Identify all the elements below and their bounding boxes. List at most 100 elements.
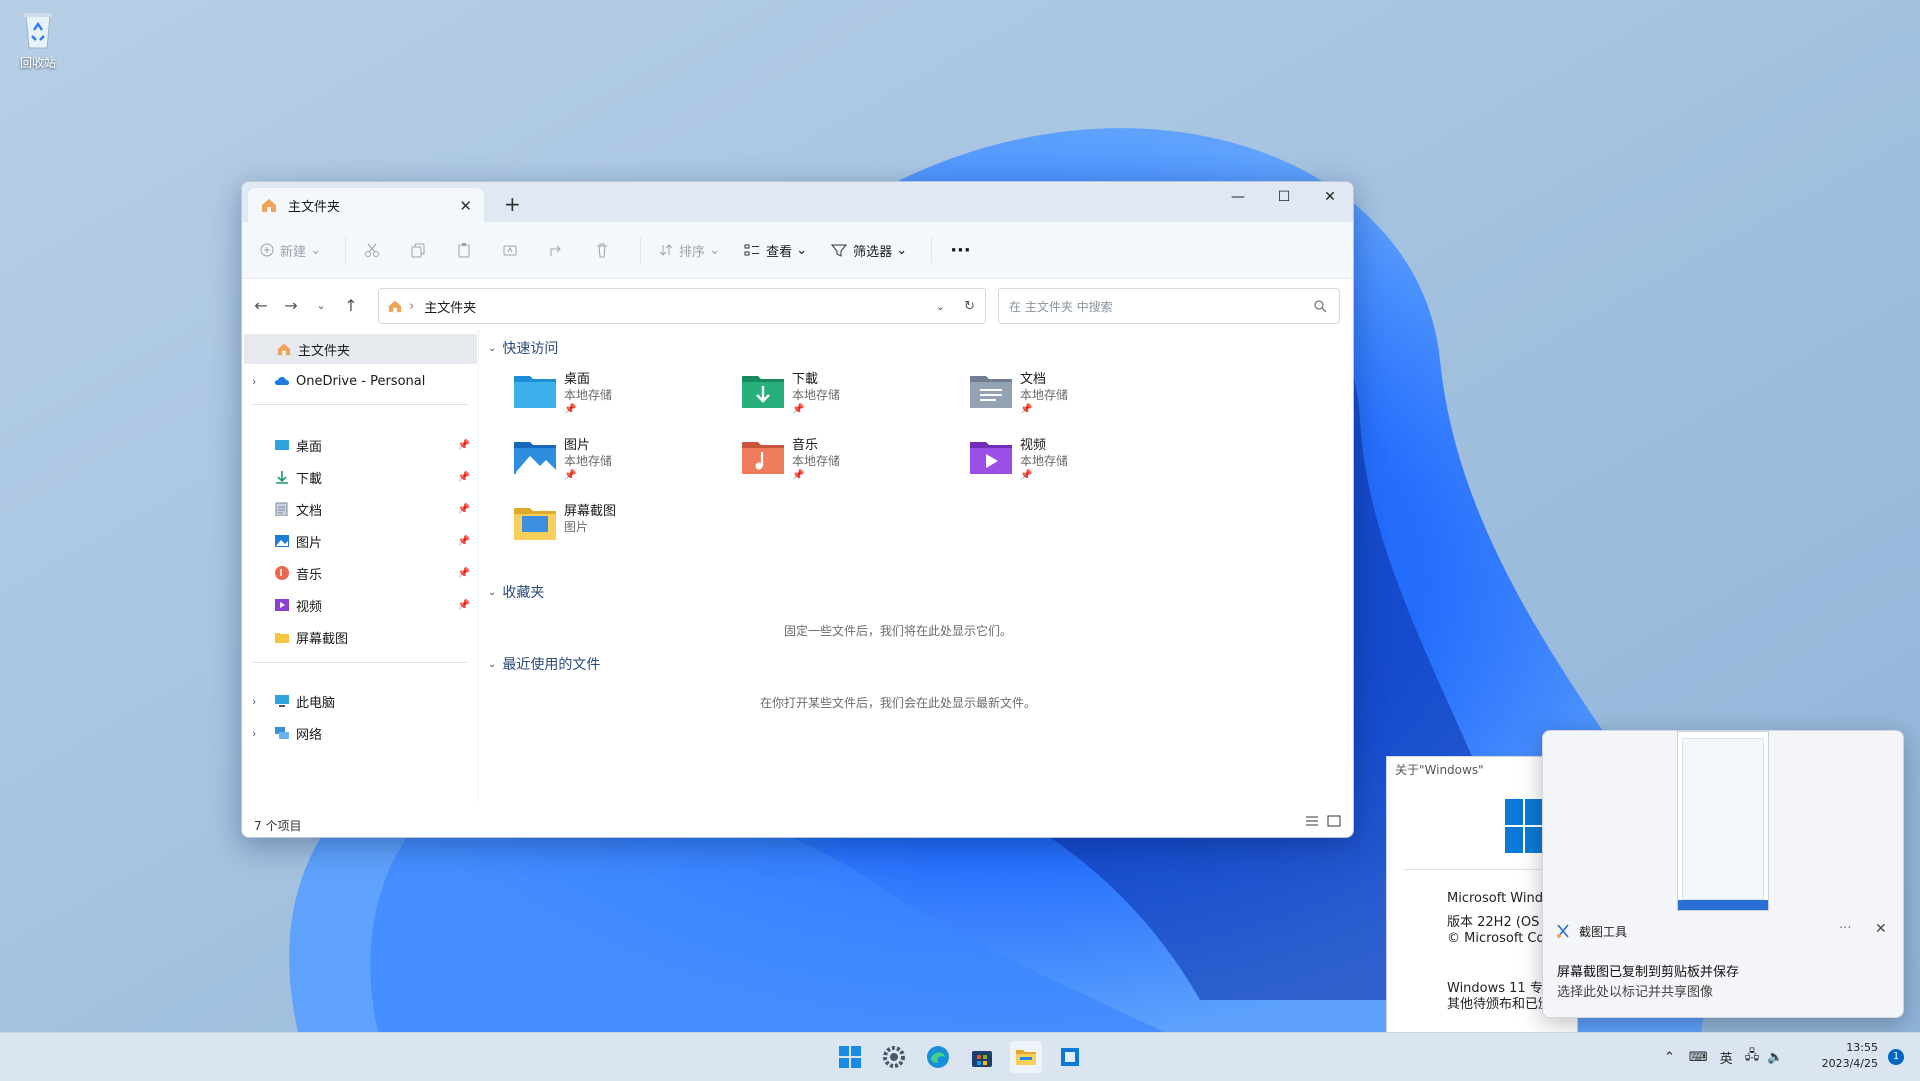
search-icon[interactable] — [1313, 299, 1327, 313]
start-button[interactable] — [834, 1041, 866, 1073]
address-dropdown-icon[interactable]: ⌄ — [936, 300, 945, 313]
computer-icon — [275, 695, 289, 707]
quick-access-item-desktop[interactable]: 桌面 本地存储 📌 — [512, 368, 712, 428]
delete-button[interactable] — [594, 242, 616, 258]
paste-button[interactable] — [456, 242, 478, 258]
pin-icon[interactable]: 📌 — [458, 440, 470, 451]
sidebar-item-downloads[interactable]: 下載 📌 — [242, 462, 478, 492]
quick-access-header[interactable]: ⌄ 快速访问 — [488, 338, 558, 358]
quick-access-item-documents[interactable]: 文档 本地存储 📌 — [968, 368, 1168, 428]
view-icon — [744, 244, 760, 256]
breadcrumb-home[interactable]: 主文件夹 — [424, 297, 476, 316]
input-language-indicator[interactable]: 英 — [1720, 1048, 1733, 1067]
chevron-down-icon: ⌄ — [488, 342, 497, 354]
sidebar-item-home[interactable]: 主文件夹 — [244, 334, 477, 364]
about-window-title: 关于"Windows" — [1395, 763, 1484, 777]
more-label: ··· — [950, 239, 971, 261]
sidebar-item-screenshots[interactable]: 屏幕截图 — [242, 622, 478, 652]
chevron-right-icon[interactable]: › — [252, 375, 256, 388]
breadcrumb-separator-icon: › — [409, 298, 415, 314]
sidebar-item-label: 文档 — [296, 503, 323, 519]
recent-files-header[interactable]: ⌄ 最近使用的文件 — [488, 654, 600, 674]
sidebar-item-music[interactable]: 音乐 📌 — [242, 558, 478, 588]
sidebar-item-videos[interactable]: 视频 📌 — [242, 590, 478, 620]
toast-close-button[interactable]: ✕ — [1875, 921, 1887, 937]
item-name: 视频 — [1020, 438, 1047, 453]
tab-close-icon[interactable]: ✕ — [459, 197, 472, 215]
refresh-icon[interactable]: ↻ — [964, 299, 975, 314]
taskbar-clock[interactable]: 13:55 2023/4/25 — [1822, 1040, 1878, 1072]
title-bar[interactable]: 主文件夹 ✕ + — ☐ ✕ — [242, 182, 1353, 222]
back-button[interactable]: ← — [246, 296, 276, 315]
recent-locations-button[interactable]: ⌄ — [306, 299, 336, 312]
toast-app-name: 截图工具 — [1579, 925, 1628, 939]
filter-button[interactable]: 筛选器 ⌄ — [831, 241, 907, 260]
sidebar-item-this-pc[interactable]: › 此电脑 — [242, 686, 478, 716]
taskbar-file-explorer[interactable] — [1010, 1041, 1042, 1073]
forward-button[interactable]: → — [276, 296, 306, 315]
show-hidden-icons-chevron-icon[interactable]: ⌃ — [1664, 1050, 1675, 1065]
chevron-right-icon[interactable]: › — [252, 695, 256, 708]
pin-icon[interactable]: 📌 — [458, 568, 470, 579]
taskbar-settings[interactable] — [878, 1041, 910, 1073]
quick-access-item-videos[interactable]: 视频 本地存储 📌 — [968, 434, 1168, 494]
address-bar[interactable]: › 主文件夹 ⌄ ↻ — [378, 288, 986, 324]
copy-button[interactable] — [410, 242, 432, 258]
cut-button[interactable] — [364, 242, 386, 258]
minimize-button[interactable]: — — [1215, 182, 1261, 212]
quick-access-item-music[interactable]: 音乐 本地存储 📌 — [740, 434, 940, 494]
paste-icon — [458, 243, 470, 258]
screenshot-thumbnail[interactable] — [1677, 731, 1769, 911]
folder-icon — [275, 633, 289, 643]
sort-button[interactable]: 排序 ⌄ — [659, 241, 720, 260]
downloads-folder-icon — [742, 376, 784, 408]
chevron-right-icon[interactable]: › — [252, 727, 256, 740]
quick-access-item-downloads[interactable]: 下載 本地存储 📌 — [740, 368, 940, 428]
new-button[interactable]: 新建 ⌄ — [260, 241, 321, 260]
search-input[interactable]: 在 主文件夹 中搜索 — [1009, 298, 1113, 315]
touch-keyboard-icon[interactable]: ⌨ — [1689, 1050, 1708, 1065]
home-icon — [388, 300, 402, 313]
quick-access-item-screenshots[interactable]: 屏幕截图 图片 — [512, 500, 712, 560]
volume-icon[interactable]: 🔈 — [1767, 1050, 1783, 1065]
pin-icon: 📌 — [564, 470, 577, 481]
item-location: 本地存储 — [792, 388, 841, 402]
search-box[interactable]: 在 主文件夹 中搜索 — [998, 288, 1340, 324]
recycle-bin[interactable]: 回收站 — [12, 10, 64, 71]
pin-icon[interactable]: 📌 — [458, 472, 470, 483]
item-location: 本地存储 — [1020, 454, 1069, 468]
up-button[interactable]: ↑ — [336, 296, 366, 315]
more-options-button[interactable]: ··· — [950, 240, 971, 261]
tab-home[interactable]: 主文件夹 ✕ — [248, 188, 484, 222]
sidebar-item-label: 图片 — [296, 535, 323, 551]
maximize-button[interactable]: ☐ — [1261, 182, 1307, 212]
sidebar-item-network[interactable]: › 网络 — [242, 718, 478, 748]
network-icon[interactable]: 🖧 — [1745, 1046, 1760, 1068]
video-icon — [275, 599, 289, 611]
favorites-header[interactable]: ⌄ 收藏夹 — [488, 582, 544, 602]
sidebar-item-desktop[interactable]: 桌面 📌 — [242, 430, 478, 460]
taskbar-store[interactable] — [966, 1041, 998, 1073]
pin-icon[interactable]: 📌 — [458, 536, 470, 547]
sidebar-item-label: 音乐 — [296, 567, 323, 583]
taskbar-snipping-tool[interactable] — [1054, 1041, 1086, 1073]
pin-icon[interactable]: 📌 — [458, 600, 470, 611]
sidebar-item-documents[interactable]: 文档 📌 — [242, 494, 478, 524]
new-tab-button[interactable]: + — [504, 192, 521, 216]
sidebar-item-pictures[interactable]: 图片 📌 — [242, 526, 478, 556]
quick-access-item-pictures[interactable]: 图片 本地存储 📌 — [512, 434, 712, 494]
pin-icon[interactable]: 📌 — [458, 504, 470, 515]
copy-icon — [411, 243, 425, 258]
snipping-tool-notification[interactable]: 截图工具 ··· ✕ 屏幕截图已复制到剪贴板并保存 选择此处以标记并共享图像 — [1542, 730, 1904, 1018]
tiles-view-icon[interactable] — [1327, 815, 1341, 827]
taskbar-edge[interactable] — [922, 1041, 954, 1073]
toast-more-button[interactable]: ··· — [1839, 921, 1851, 936]
sidebar-item-onedrive[interactable]: › OneDrive - Personal — [242, 366, 478, 396]
rename-button[interactable] — [502, 242, 524, 258]
close-button[interactable]: ✕ — [1307, 182, 1353, 212]
view-button[interactable]: 查看 ⌄ — [744, 241, 807, 260]
details-view-icon[interactable] — [1305, 815, 1319, 827]
notification-badge[interactable]: 1 — [1888, 1049, 1904, 1065]
share-button[interactable] — [548, 242, 570, 258]
sidebar-divider — [252, 662, 468, 663]
